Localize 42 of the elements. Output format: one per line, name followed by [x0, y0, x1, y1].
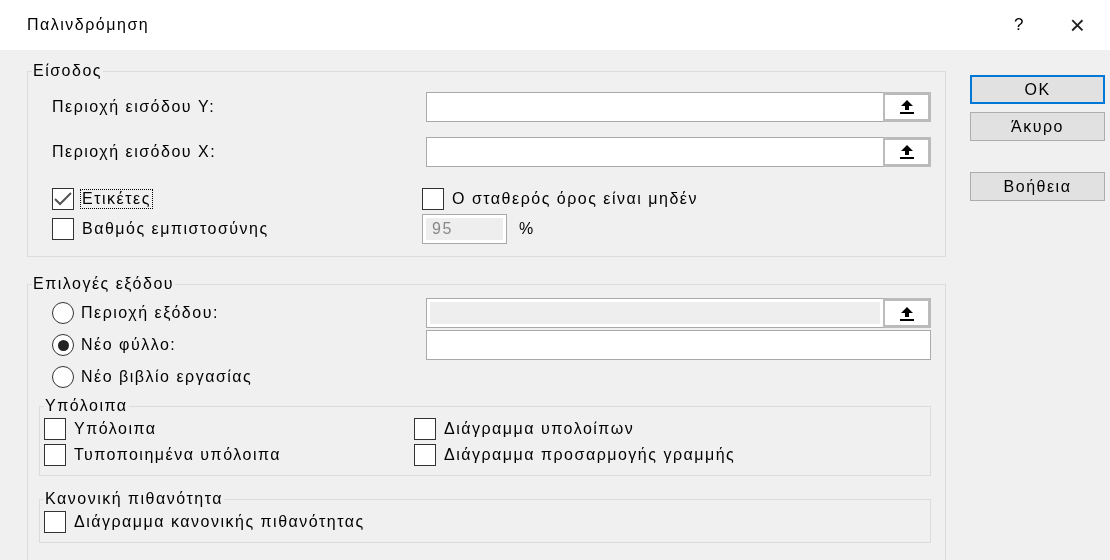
field-label: Περιοχή εισόδου Y: [52, 97, 217, 116]
radio-label: Νέο φύλλο: [81, 336, 177, 354]
radio-button[interactable] [52, 302, 74, 324]
checkbox-label: Τυποποιημένα υπόλοιπα [73, 446, 282, 464]
checkbox[interactable] [44, 418, 66, 440]
dialog-button[interactable]: OK [970, 75, 1105, 104]
radio-button[interactable] [52, 334, 74, 356]
radio-button[interactable] [52, 366, 74, 388]
help-button[interactable]: ? [1014, 15, 1054, 35]
checkbox-label: Διάγραμμα κανονικής πιθανότητας [73, 513, 366, 531]
radio-label: Νέο βιβλίο εργασίας [81, 368, 253, 386]
checkbox-label: Διάγραμμα προσαρμογής γραμμής [443, 446, 737, 464]
close-button[interactable]: × [1054, 9, 1102, 41]
checkbox-label: Ο σταθερός όρος είναι μηδέν [451, 190, 699, 208]
group-title: Κανονική πιθανότητα [44, 490, 224, 508]
checkbox[interactable] [422, 188, 444, 210]
upload-arrow-icon [899, 305, 914, 321]
checkbox[interactable] [414, 418, 436, 440]
group-title: Υπόλοιπα [44, 397, 129, 415]
checkbox[interactable] [44, 511, 66, 533]
upload-arrow-icon [899, 99, 914, 114]
checkbox[interactable] [44, 444, 66, 466]
range-picker-button[interactable] [883, 91, 931, 122]
unit-label: % [519, 220, 535, 238]
checkbox-label: Βαθμός εμπιστοσύνης [81, 220, 270, 238]
range-picker-button[interactable] [883, 136, 931, 167]
input-field[interactable] [426, 330, 931, 360]
upload-arrow-icon [899, 144, 914, 159]
checkbox-label: Ετικέτες [81, 190, 152, 208]
input-field[interactable] [426, 136, 883, 167]
radio-label: Περιοχή εξόδου: [81, 304, 219, 322]
checkbox[interactable] [52, 188, 74, 210]
checkbox-label: Υπόλοιπα [73, 420, 158, 438]
field-label: Περιοχή εισόδου X: [52, 142, 218, 161]
checkbox[interactable] [414, 444, 436, 466]
dialog-button[interactable]: Άκυρο [970, 112, 1105, 141]
group-title: Είσοδος [32, 62, 103, 80]
window-title: Παλινδρόμηση [27, 16, 151, 34]
input-field[interactable] [426, 91, 883, 122]
group-title: Επιλογές εξόδου [32, 276, 176, 293]
checkbox-label: Διάγραμμα υπολοίπων [443, 420, 636, 438]
dialog-button[interactable]: Βοήθεια [970, 172, 1105, 201]
